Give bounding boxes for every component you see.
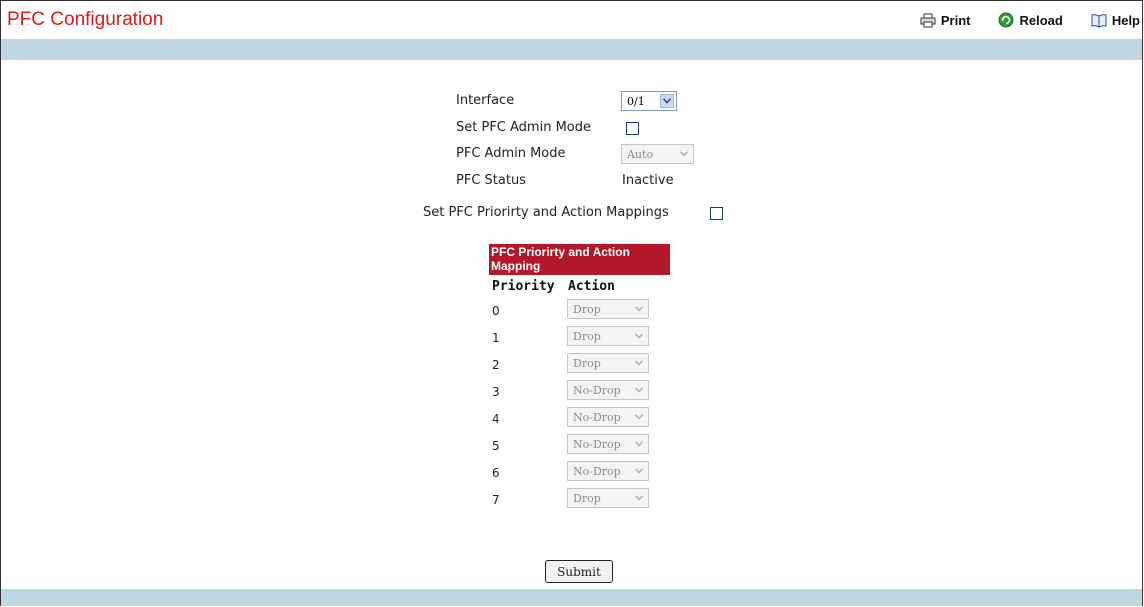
chevron-down-icon (632, 491, 646, 505)
priority-column-header: Priority (492, 279, 555, 294)
action-select[interactable]: Drop (567, 488, 649, 508)
action-value: No-Drop (573, 465, 621, 478)
priority-value: 5 (492, 439, 500, 453)
action-column-header: Action (568, 279, 615, 294)
action-value: No-Drop (573, 438, 621, 451)
page-header: PFC Configuration Print Reload Help (1, 1, 1142, 39)
action-value: Drop (573, 492, 601, 505)
priority-value: 4 (492, 412, 500, 426)
set-mappings-label: Set PFC Priorirty and Action Mappings (423, 205, 669, 220)
page-title: PFC Configuration (7, 9, 164, 30)
action-value: No-Drop (573, 411, 621, 424)
help-button[interactable]: Help (1091, 13, 1140, 28)
priority-value: 3 (492, 385, 500, 399)
action-value: No-Drop (573, 384, 621, 397)
chevron-down-icon (632, 464, 646, 478)
reload-icon (998, 12, 1014, 28)
chevron-down-icon (660, 94, 674, 108)
footer-band (1, 589, 1142, 606)
book-icon (1091, 13, 1107, 28)
action-select[interactable]: Drop (567, 326, 649, 346)
chevron-down-icon (632, 302, 646, 316)
admin-mode-value: Auto (627, 148, 654, 161)
action-select[interactable]: Drop (567, 299, 649, 319)
chevron-down-icon (632, 383, 646, 397)
action-select[interactable]: Drop (567, 353, 649, 373)
action-select[interactable]: No-Drop (567, 434, 649, 454)
help-label: Help (1111, 12, 1140, 28)
action-select[interactable]: No-Drop (567, 461, 649, 481)
action-value: Drop (573, 303, 601, 316)
set-admin-mode-label: Set PFC Admin Mode (456, 120, 591, 135)
chevron-down-icon (632, 410, 646, 424)
action-select[interactable]: No-Drop (567, 380, 649, 400)
action-value: Drop (573, 330, 601, 343)
reload-label: Reload (1019, 12, 1063, 28)
priority-value: 0 (492, 304, 500, 318)
chevron-down-icon (632, 329, 646, 343)
printer-icon (920, 13, 936, 28)
toolbar: Print Reload Help (920, 10, 1142, 30)
print-button[interactable]: Print (920, 12, 971, 28)
print-label: Print (940, 12, 971, 28)
action-value: Drop (573, 357, 601, 370)
status-label: PFC Status (456, 173, 526, 188)
chevron-down-icon (632, 356, 646, 370)
chevron-down-icon (677, 147, 691, 161)
priority-value: 1 (492, 331, 500, 345)
set-mappings-checkbox[interactable] (710, 207, 723, 220)
action-select[interactable]: No-Drop (567, 407, 649, 427)
mapping-table-title: PFC Priorirty and Action Mapping (489, 244, 670, 275)
interface-label: Interface (456, 93, 515, 108)
header-band (1, 39, 1142, 60)
priority-value: 7 (492, 493, 500, 507)
priority-value: 2 (492, 358, 500, 372)
reload-button[interactable]: Reload (998, 12, 1063, 28)
admin-mode-label: PFC Admin Mode (456, 146, 566, 161)
interface-select[interactable]: 0/1 (621, 91, 677, 111)
priority-value: 6 (492, 466, 500, 480)
status-value: Inactive (622, 173, 674, 188)
admin-mode-select[interactable]: Auto (621, 144, 694, 164)
set-admin-mode-checkbox[interactable] (626, 122, 639, 135)
interface-value: 0/1 (627, 95, 645, 108)
chevron-down-icon (632, 437, 646, 451)
submit-button[interactable]: Submit (545, 560, 613, 583)
page-frame: PFC Configuration Print Reload Help Inte… (0, 0, 1143, 606)
